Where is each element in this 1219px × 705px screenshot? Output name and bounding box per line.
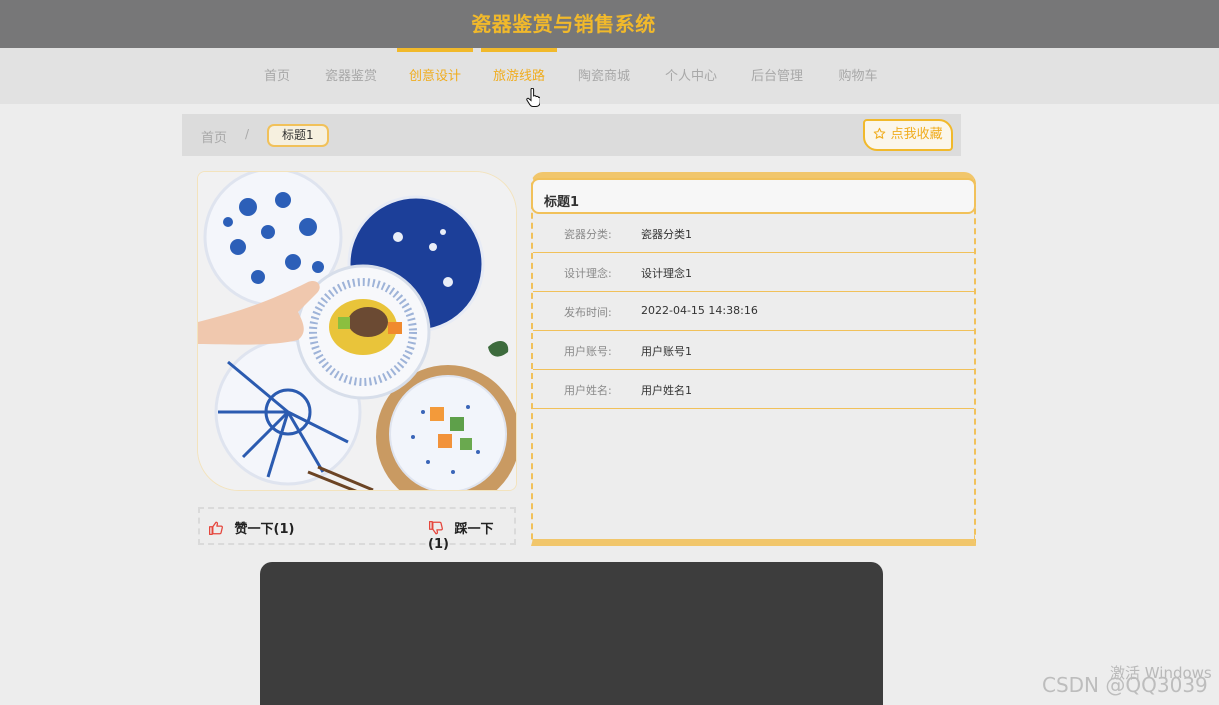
csdn-watermark: CSDN @QQ3039 [1042,673,1208,697]
nav-item-label: 创意设计 [408,69,461,84]
field-value: 用户姓名1 [641,384,692,397]
thumbs-down-icon [429,521,443,535]
thumbs-up-icon [209,521,223,535]
nav-item-cart[interactable]: 购物车 [835,48,881,104]
hand-cursor-icon [526,88,540,107]
detail-row-user-account: 用户账号: 用户账号1 [533,331,974,370]
breadcrumb-home-link[interactable]: 首页 [201,127,227,146]
nav-item-home[interactable]: 首页 [258,48,296,104]
field-label: 用户账号: [564,345,612,358]
nav-item-label: 旅游线路 [492,69,545,84]
nav-hover-indicator [481,48,557,52]
like-button[interactable]: 赞一下(1) [208,518,294,537]
field-value: 设计理念1 [641,267,692,280]
product-image [197,171,517,491]
field-value: 2022-04-15 14:38:16 [641,304,758,317]
like-count-label: 赞一下(1) [234,522,295,537]
nav-item-travel-routes[interactable]: 旅游线路 [481,48,557,104]
star-outline-icon [874,127,886,139]
breadcrumb-current: 标题1 [267,124,329,147]
detail-panel: 标题1 瓷器分类: 瓷器分类1 设计理念: 设计理念1 发布时间: 2022-0… [531,172,976,546]
main-nav: 首页 瓷器鉴赏 创意设计 旅游线路 陶瓷商城 个人中心 后台管理 购物车 [0,48,1219,104]
nav-item-ceramics-mall[interactable]: 陶瓷商城 [574,48,634,104]
field-label: 瓷器分类: [564,228,612,241]
site-title: 瓷器鉴赏与销售系统 [471,12,656,36]
field-label: 发布时间: [564,306,612,319]
field-value: 用户账号1 [641,345,692,358]
nav-item-appreciation[interactable]: 瓷器鉴赏 [322,48,380,104]
vote-bar: 赞一下(1) 踩一下(1) [198,507,516,552]
top-header: 瓷器鉴赏与销售系统 [0,0,1219,48]
favorite-button[interactable]: 点我收藏 [863,119,953,151]
breadcrumb-separator: / [245,127,250,141]
detail-title: 标题1 [531,178,976,214]
nav-item-admin[interactable]: 后台管理 [748,48,806,104]
nav-item-creative-design[interactable]: 创意设计 [397,48,473,104]
breadcrumb: 首页 / 标题1 点我收藏 [182,114,961,156]
detail-row-category: 瓷器分类: 瓷器分类1 [533,214,974,253]
detail-row-user-name: 用户姓名: 用户姓名1 [533,370,974,409]
nav-item-personal-center[interactable]: 个人中心 [662,48,720,104]
video-player[interactable] [260,562,883,705]
dislike-button[interactable]: 踩一下(1) [428,518,514,552]
field-value: 瓷器分类1 [641,228,692,241]
field-label: 用户姓名: [564,384,612,397]
porcelain-plates-illustration [198,172,516,490]
nav-active-indicator [397,48,473,52]
detail-row-design-concept: 设计理念: 设计理念1 [533,253,974,292]
field-label: 设计理念: [564,267,612,280]
favorite-button-label: 点我收藏 [890,127,943,142]
detail-row-publish-time: 发布时间: 2022-04-15 14:38:16 [533,292,974,331]
